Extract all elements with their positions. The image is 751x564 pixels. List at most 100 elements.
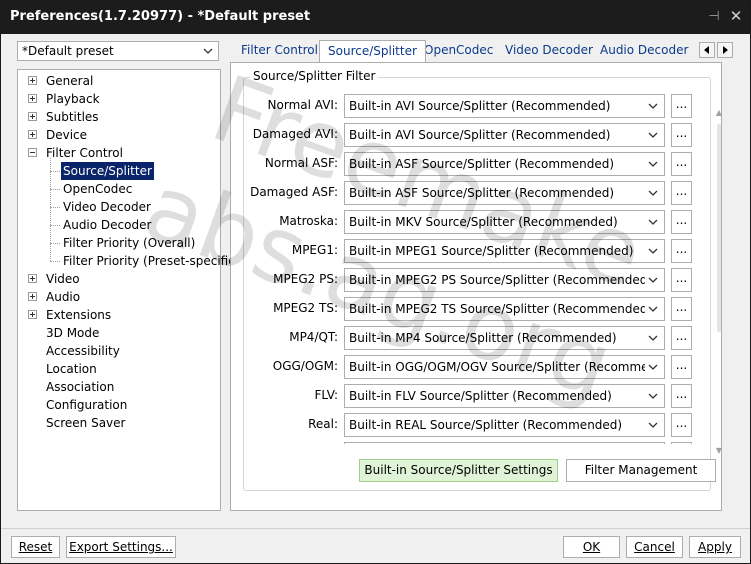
filter-label: Damaged ASF:	[250, 185, 338, 199]
filter-more-button[interactable]: ...	[671, 210, 692, 234]
expand-icon[interactable]	[28, 76, 37, 85]
filter-more-button[interactable]: ...	[671, 152, 692, 176]
ok-label: OK	[582, 540, 601, 554]
apply-label: Apply	[698, 540, 732, 554]
filter-row: Damaged ASF: Built-in ASF Source/Splitter…	[244, 181, 718, 205]
preset-value: *Default preset	[22, 44, 114, 58]
tree-item-label: Filter Priority (Preset-specific)	[63, 254, 240, 268]
filter-more-button[interactable]: ...	[671, 268, 692, 292]
filter-more-button[interactable]: ...	[671, 239, 692, 263]
filter-label: FLV:	[314, 388, 338, 402]
filter-select[interactable]	[344, 442, 665, 444]
close-icon[interactable]: ✕	[729, 8, 743, 24]
preset-dropdown[interactable]: *Default preset	[17, 41, 219, 61]
scroll-up-icon[interactable]: ▲	[714, 108, 724, 118]
tree-connector	[50, 261, 60, 262]
filter-more-button[interactable]: ...	[671, 181, 692, 205]
filter-select[interactable]: Built-in REAL Source/Splitter (Recommend…	[344, 413, 665, 437]
scroll-thumb[interactable]	[717, 124, 721, 332]
filter-label: MPEG2 PS:	[273, 272, 338, 286]
collapse-icon[interactable]	[28, 148, 37, 157]
filter-more-button[interactable]: ...	[671, 413, 692, 437]
filter-select-value: Built-in ASF Source/Splitter (Recommende…	[349, 157, 615, 171]
filter-select-value: Built-in MP4 Source/Splitter (Recommende…	[349, 331, 617, 345]
reset-button[interactable]: Reset	[11, 536, 60, 558]
filter-select[interactable]: Built-in MPEG2 TS Source/Splitter (Recom…	[344, 297, 665, 321]
filter-row: Real: Built-in REAL Source/Splitter (Reco…	[244, 413, 718, 437]
filter-row: OGG/OGM: Built-in OGG/OGM/OGV Source/Spli…	[244, 355, 718, 379]
tree-item-label: Audio Decoder	[63, 218, 152, 232]
filter-select[interactable]: Built-in OGG/OGM/OGV Source/Splitter (Re…	[344, 355, 665, 379]
tree-connector	[50, 189, 60, 190]
tree-item-label: 3D Mode	[46, 326, 100, 340]
filter-row: Matroska: Built-in MKV Source/Splitter (R…	[244, 210, 718, 234]
chevron-down-icon	[648, 277, 658, 283]
tree-item-label: Accessibility	[46, 344, 120, 358]
tree-item-label: Video Decoder	[63, 200, 151, 214]
filter-more-button[interactable]: ...	[671, 123, 692, 147]
filter-select-value: Built-in FLV Source/Splitter (Recommende…	[349, 389, 612, 403]
ok-button[interactable]: OK	[563, 536, 620, 558]
expand-icon[interactable]	[28, 310, 37, 319]
scroll-down-icon[interactable]: ▼	[714, 446, 724, 456]
source-splitter-group: Source/Splitter Filter Normal AVI: Built-…	[243, 69, 722, 491]
arrow-right-icon	[723, 46, 728, 54]
tree-item-label: OpenCodec	[63, 182, 133, 196]
filter-select[interactable]: Built-in MP4 Source/Splitter (Recommende…	[344, 326, 665, 350]
tree-connector	[50, 171, 60, 172]
filter-label: MPEG2 TS:	[273, 301, 338, 315]
cancel-label: Cancel	[634, 540, 675, 554]
tab-scroll-right-button[interactable]	[717, 42, 733, 58]
filter-management-button[interactable]: Filter Management	[566, 459, 716, 482]
filter-select-value: Built-in ASF Source/Splitter (Recommende…	[349, 186, 615, 200]
filter-select[interactable]: Built-in AVI Source/Splitter (Recommende…	[344, 123, 665, 147]
filter-select[interactable]: Built-in MKV Source/Splitter (Recommende…	[344, 210, 665, 234]
filter-more-button[interactable]: ...	[671, 297, 692, 321]
filter-list-scrollbar[interactable]: ▲ ▼	[714, 108, 724, 458]
expand-icon[interactable]	[28, 112, 37, 121]
expand-icon[interactable]	[28, 130, 37, 139]
filter-more-button[interactable]: ...	[671, 442, 692, 444]
pin-icon[interactable]: ⊣	[707, 9, 721, 25]
tree-item-label: Filter Control	[46, 146, 123, 160]
filter-more-button[interactable]: ...	[671, 355, 692, 379]
tab-opencodec[interactable]: OpenCodec	[424, 40, 493, 62]
window-title: Preferences(1.7.20977) - *Default preset	[10, 9, 311, 24]
filter-more-button[interactable]: ...	[671, 384, 692, 408]
apply-button[interactable]: Apply	[689, 536, 741, 558]
cancel-button[interactable]: Cancel	[626, 536, 683, 558]
chevron-down-icon	[648, 393, 658, 399]
filter-select[interactable]: Built-in MPEG2 PS Source/Splitter (Recom…	[344, 268, 665, 292]
chevron-down-icon	[648, 103, 658, 109]
filter-select[interactable]: Built-in ASF Source/Splitter (Recommende…	[344, 181, 665, 205]
expand-icon[interactable]	[28, 94, 37, 103]
tree-connector	[50, 158, 51, 261]
chevron-down-icon	[648, 219, 658, 225]
chevron-down-icon	[648, 190, 658, 196]
tab-source-splitter[interactable]: Source/Splitter	[319, 40, 426, 62]
filter-label: MPEG1:	[291, 243, 338, 257]
filter-more-button[interactable]: ...	[671, 94, 692, 118]
expand-icon[interactable]	[28, 292, 37, 301]
filter-more-button[interactable]: ...	[671, 326, 692, 350]
builtin-splitter-settings-button[interactable]: Built-in Source/Splitter Settings	[359, 459, 558, 482]
tab-filter-control[interactable]: Filter Control	[241, 40, 318, 62]
reset-label: Reset	[18, 540, 53, 554]
filter-select-value: Built-in MPEG2 TS Source/Splitter (Recom…	[349, 302, 645, 316]
filter-select[interactable]: Built-in MPEG1 Source/Splitter (Recommen…	[344, 239, 665, 263]
tab-scroll-left-button[interactable]	[699, 42, 715, 58]
tab-video-decoder[interactable]: Video Decoder	[505, 40, 593, 62]
filter-select[interactable]: Built-in AVI Source/Splitter (Recommende…	[344, 94, 665, 118]
filter-select[interactable]: Built-in FLV Source/Splitter (Recommende…	[344, 384, 665, 408]
filter-select-value: Built-in MPEG2 PS Source/Splitter (Recom…	[349, 273, 645, 287]
filter-select-value: Built-in MPEG1 Source/Splitter (Recommen…	[349, 244, 634, 258]
expand-icon[interactable]	[28, 274, 37, 283]
chevron-down-icon	[648, 422, 658, 428]
tab-audio-decoder[interactable]: Audio Decoder	[600, 40, 688, 62]
export-settings-button[interactable]: Export Settings...	[66, 536, 176, 558]
settings-tree: General Playback Subtitles Device Filter Con…	[17, 69, 240, 511]
title-bar: Preferences(1.7.20977) - *Default preset…	[1, 1, 750, 34]
chevron-down-icon	[648, 132, 658, 138]
filter-select[interactable]: Built-in ASF Source/Splitter (Recommende…	[344, 152, 665, 176]
filter-label: OGG/OGM:	[272, 359, 338, 373]
